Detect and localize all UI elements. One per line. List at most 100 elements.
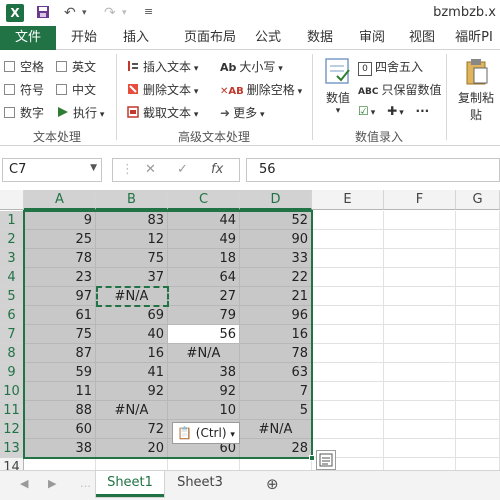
cell-f9[interactable] <box>384 363 456 382</box>
cell-b1[interactable]: 83 <box>96 211 168 230</box>
cell-d8[interactable]: 78 <box>240 344 312 363</box>
cell-g10[interactable] <box>456 382 500 401</box>
cell-d6[interactable]: 96 <box>240 306 312 325</box>
cell-d1[interactable]: 52 <box>240 211 312 230</box>
cell-a2[interactable]: 25 <box>24 230 96 249</box>
cell-g12[interactable] <box>456 420 500 439</box>
more-button[interactable]: ➜ 更多 ▾ <box>220 104 264 121</box>
extract-text-button[interactable]: 截取文本 ▾ <box>126 104 198 121</box>
cell-e10[interactable] <box>312 382 384 401</box>
checkbox-chinese[interactable]: 中文 <box>56 81 96 98</box>
cell-g11[interactable] <box>456 401 500 420</box>
name-box[interactable]: C7 ▼ <box>2 158 102 182</box>
cell-e6[interactable] <box>312 306 384 325</box>
tab-data[interactable]: 数据 <box>298 26 342 50</box>
cell-d13[interactable]: 28 <box>240 439 312 458</box>
insert-text-button[interactable]: 插入文本 ▾ <box>126 58 198 75</box>
cell-g7[interactable] <box>456 325 500 344</box>
cell-e12[interactable] <box>312 420 384 439</box>
cell-e8[interactable] <box>312 344 384 363</box>
cell-e5[interactable] <box>312 287 384 306</box>
change-case-button[interactable]: Ab 大小写 ▾ <box>220 58 283 75</box>
cell-e4[interactable] <box>312 268 384 287</box>
cell-a4[interactable]: 23 <box>24 268 96 287</box>
cell-d9[interactable]: 63 <box>240 363 312 382</box>
cell-c7[interactable]: 56 <box>168 325 240 344</box>
row-header-6[interactable]: 6 <box>0 306 24 325</box>
insert-function-icon[interactable]: fx <box>211 162 223 177</box>
cell-a6[interactable]: 61 <box>24 306 96 325</box>
cell-e9[interactable] <box>312 363 384 382</box>
keep-value-button[interactable]: ABC 只保留数值 <box>358 81 441 98</box>
row-header-9[interactable]: 9 <box>0 363 24 382</box>
confirm-icon[interactable]: ✓ <box>177 162 188 177</box>
tab-review[interactable]: 审阅 <box>350 26 394 50</box>
column-header-d[interactable]: D <box>240 190 312 210</box>
column-header-g[interactable]: G <box>456 190 500 210</box>
row-header-3[interactable]: 3 <box>0 249 24 268</box>
cell-a9[interactable]: 59 <box>24 363 96 382</box>
cell-e1[interactable] <box>312 211 384 230</box>
tab-insert[interactable]: 插入 <box>112 26 160 50</box>
cell-f7[interactable] <box>384 325 456 344</box>
paste-options-button[interactable]: 📋 (Ctrl) ▾ <box>172 422 240 444</box>
delete-space-button[interactable]: ✕AB 删除空格 ▾ <box>220 81 302 98</box>
redo-dropdown-icon[interactable]: ▾ <box>122 8 127 18</box>
undo-icon[interactable]: ↶ <box>64 5 76 21</box>
delete-text-button[interactable]: 删除文本 ▾ <box>126 81 198 98</box>
row-header-8[interactable]: 8 <box>0 344 24 363</box>
cell-d4[interactable]: 22 <box>240 268 312 287</box>
cell-b10[interactable]: 92 <box>96 382 168 401</box>
cell-f4[interactable] <box>384 268 456 287</box>
cell-a13[interactable]: 38 <box>24 439 96 458</box>
tab-home[interactable]: 开始 <box>60 26 108 50</box>
cell-e11[interactable] <box>312 401 384 420</box>
plus-icon[interactable]: ✚ <box>387 104 397 118</box>
cell-c5[interactable]: 27 <box>168 287 240 306</box>
row-header-4[interactable]: 4 <box>0 268 24 287</box>
cell-d3[interactable]: 33 <box>240 249 312 268</box>
cell-d5[interactable]: 21 <box>240 287 312 306</box>
column-header-c[interactable]: C <box>168 190 240 210</box>
value-button[interactable]: 数值 ▾ <box>318 56 358 122</box>
cell-c10[interactable]: 92 <box>168 382 240 401</box>
cell-a8[interactable]: 87 <box>24 344 96 363</box>
undo-dropdown-icon[interactable]: ▾ <box>82 8 87 18</box>
cell-g3[interactable] <box>456 249 500 268</box>
cell-e2[interactable] <box>312 230 384 249</box>
redo-icon[interactable]: ↷ <box>104 5 116 21</box>
cell-a10[interactable]: 11 <box>24 382 96 401</box>
save-icon[interactable] <box>36 5 50 23</box>
cancel-icon[interactable]: ✕ <box>145 162 156 177</box>
formula-input[interactable]: 56 <box>246 158 500 182</box>
row-header-1[interactable]: 1 <box>0 211 24 230</box>
cell-b12[interactable]: 72 <box>96 420 168 439</box>
row-header-12[interactable]: 12 <box>0 420 24 439</box>
cell-f8[interactable] <box>384 344 456 363</box>
cell-c6[interactable]: 79 <box>168 306 240 325</box>
checkbox-english[interactable]: 英文 <box>56 58 96 75</box>
cell-b11[interactable]: #N/A <box>96 401 168 420</box>
cell-f3[interactable] <box>384 249 456 268</box>
ellipsis-icon[interactable]: … <box>80 477 91 490</box>
tab-file[interactable]: 文件 <box>0 26 56 50</box>
row-header-5[interactable]: 5 <box>0 287 24 306</box>
row-header-2[interactable]: 2 <box>0 230 24 249</box>
row-header-11[interactable]: 11 <box>0 401 24 420</box>
column-header-e[interactable]: E <box>312 190 384 210</box>
sheet-tab-sheet3[interactable]: Sheet3 <box>166 471 234 497</box>
add-sheet-icon[interactable]: ⊕ <box>266 475 279 493</box>
cell-b5[interactable]: #N/A <box>96 287 168 306</box>
cell-a5[interactable]: 97 <box>24 287 96 306</box>
scroll-left-icon[interactable]: ◀ <box>20 477 28 490</box>
cell-g5[interactable] <box>456 287 500 306</box>
tab-view[interactable]: 视图 <box>400 26 444 50</box>
cell-f13[interactable] <box>384 439 456 458</box>
cell-g4[interactable] <box>456 268 500 287</box>
tab-formulas[interactable]: 公式 <box>250 26 286 50</box>
round-button[interactable]: 0 四舍五入 <box>358 58 423 76</box>
row-header-7[interactable]: 7 <box>0 325 24 344</box>
cell-f6[interactable] <box>384 306 456 325</box>
cell-b13[interactable]: 20 <box>96 439 168 458</box>
select-all-corner[interactable] <box>0 190 24 210</box>
